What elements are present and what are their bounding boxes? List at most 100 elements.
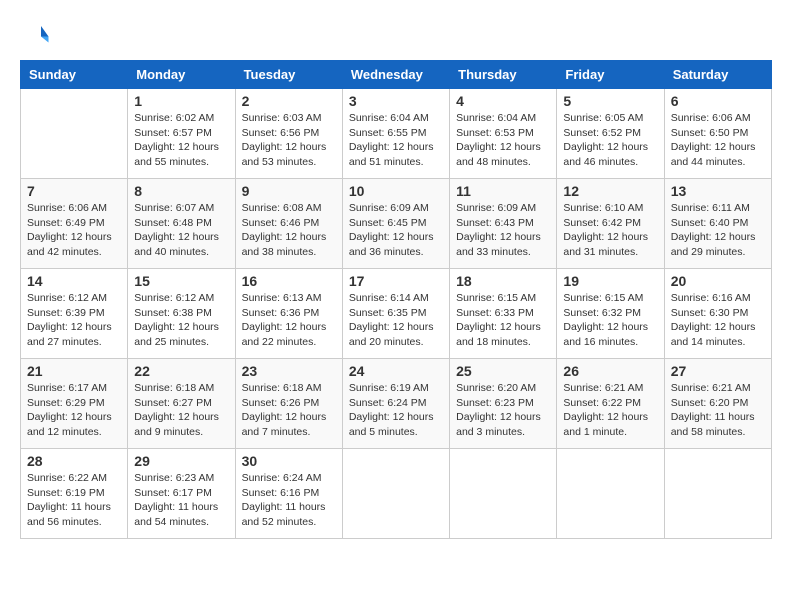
day-info: Sunrise: 6:22 AM Sunset: 6:19 PM Dayligh… — [27, 471, 121, 530]
day-number: 14 — [27, 273, 121, 289]
column-header-wednesday: Wednesday — [342, 61, 449, 89]
calendar-cell: 19 Sunrise: 6:15 AM Sunset: 6:32 PM Dayli… — [557, 269, 664, 359]
day-info: Sunrise: 6:23 AM Sunset: 6:17 PM Dayligh… — [134, 471, 228, 530]
calendar-cell: 24 Sunrise: 6:19 AM Sunset: 6:24 PM Dayli… — [342, 359, 449, 449]
day-info: Sunrise: 6:09 AM Sunset: 6:45 PM Dayligh… — [349, 201, 443, 260]
day-info: Sunrise: 6:03 AM Sunset: 6:56 PM Dayligh… — [242, 111, 336, 170]
calendar-cell: 7 Sunrise: 6:06 AM Sunset: 6:49 PM Daylig… — [21, 179, 128, 269]
day-info: Sunrise: 6:15 AM Sunset: 6:33 PM Dayligh… — [456, 291, 550, 350]
day-number: 29 — [134, 453, 228, 469]
logo-icon — [20, 20, 50, 50]
calendar-cell: 6 Sunrise: 6:06 AM Sunset: 6:50 PM Daylig… — [664, 89, 771, 179]
day-info: Sunrise: 6:11 AM Sunset: 6:40 PM Dayligh… — [671, 201, 765, 260]
day-info: Sunrise: 6:15 AM Sunset: 6:32 PM Dayligh… — [563, 291, 657, 350]
calendar-cell: 3 Sunrise: 6:04 AM Sunset: 6:55 PM Daylig… — [342, 89, 449, 179]
day-number: 20 — [671, 273, 765, 289]
column-header-sunday: Sunday — [21, 61, 128, 89]
day-info: Sunrise: 6:04 AM Sunset: 6:55 PM Dayligh… — [349, 111, 443, 170]
day-number: 26 — [563, 363, 657, 379]
calendar-week-row: 1 Sunrise: 6:02 AM Sunset: 6:57 PM Daylig… — [21, 89, 772, 179]
day-number: 6 — [671, 93, 765, 109]
day-number: 19 — [563, 273, 657, 289]
day-number: 12 — [563, 183, 657, 199]
column-header-thursday: Thursday — [450, 61, 557, 89]
calendar-cell: 5 Sunrise: 6:05 AM Sunset: 6:52 PM Daylig… — [557, 89, 664, 179]
calendar-cell: 20Sunrise: 6:16 AM Sunset: 6:30 PM Dayli… — [664, 269, 771, 359]
day-number: 8 — [134, 183, 228, 199]
day-info: Sunrise: 6:04 AM Sunset: 6:53 PM Dayligh… — [456, 111, 550, 170]
calendar-table: SundayMondayTuesdayWednesdayThursdayFrid… — [20, 60, 772, 539]
calendar-cell: 4 Sunrise: 6:04 AM Sunset: 6:53 PM Daylig… — [450, 89, 557, 179]
day-info: Sunrise: 6:19 AM Sunset: 6:24 PM Dayligh… — [349, 381, 443, 440]
calendar-cell: 28 Sunrise: 6:22 AM Sunset: 6:19 PM Dayli… — [21, 449, 128, 539]
day-info: Sunrise: 6:10 AM Sunset: 6:42 PM Dayligh… — [563, 201, 657, 260]
day-number: 11 — [456, 183, 550, 199]
day-info: Sunrise: 6:08 AM Sunset: 6:46 PM Dayligh… — [242, 201, 336, 260]
day-number: 18 — [456, 273, 550, 289]
calendar-cell: 11 Sunrise: 6:09 AM Sunset: 6:43 PM Dayli… — [450, 179, 557, 269]
calendar-cell: 14 Sunrise: 6:12 AM Sunset: 6:39 PM Dayli… — [21, 269, 128, 359]
day-number: 28 — [27, 453, 121, 469]
day-number: 23 — [242, 363, 336, 379]
day-info: Sunrise: 6:17 AM Sunset: 6:29 PM Dayligh… — [27, 381, 121, 440]
day-info: Sunrise: 6:06 AM Sunset: 6:50 PM Dayligh… — [671, 111, 765, 170]
calendar-cell: 26 Sunrise: 6:21 AM Sunset: 6:22 PM Dayli… — [557, 359, 664, 449]
day-info: Sunrise: 6:24 AM Sunset: 6:16 PM Dayligh… — [242, 471, 336, 530]
calendar-cell: 17Sunrise: 6:14 AM Sunset: 6:35 PM Dayli… — [342, 269, 449, 359]
day-info: Sunrise: 6:05 AM Sunset: 6:52 PM Dayligh… — [563, 111, 657, 170]
day-number: 22 — [134, 363, 228, 379]
column-header-monday: Monday — [128, 61, 235, 89]
day-number: 27 — [671, 363, 765, 379]
day-info: Sunrise: 6:12 AM Sunset: 6:39 PM Dayligh… — [27, 291, 121, 350]
column-header-saturday: Saturday — [664, 61, 771, 89]
calendar-cell: 15 Sunrise: 6:12 AM Sunset: 6:38 PM Dayli… — [128, 269, 235, 359]
calendar-cell — [450, 449, 557, 539]
day-number: 3 — [349, 93, 443, 109]
calendar-cell: 2 Sunrise: 6:03 AM Sunset: 6:56 PM Daylig… — [235, 89, 342, 179]
day-number: 16 — [242, 273, 336, 289]
calendar-week-row: 28 Sunrise: 6:22 AM Sunset: 6:19 PM Dayli… — [21, 449, 772, 539]
calendar-cell: 12 Sunrise: 6:10 AM Sunset: 6:42 PM Dayli… — [557, 179, 664, 269]
calendar-week-row: 21Sunrise: 6:17 AM Sunset: 6:29 PM Dayli… — [21, 359, 772, 449]
calendar-cell: 1 Sunrise: 6:02 AM Sunset: 6:57 PM Daylig… — [128, 89, 235, 179]
day-info: Sunrise: 6:07 AM Sunset: 6:48 PM Dayligh… — [134, 201, 228, 260]
calendar-cell: 16Sunrise: 6:13 AM Sunset: 6:36 PM Dayli… — [235, 269, 342, 359]
day-number: 15 — [134, 273, 228, 289]
calendar-cell: 13 Sunrise: 6:11 AM Sunset: 6:40 PM Dayli… — [664, 179, 771, 269]
day-info: Sunrise: 6:18 AM Sunset: 6:26 PM Dayligh… — [242, 381, 336, 440]
day-info: Sunrise: 6:21 AM Sunset: 6:20 PM Dayligh… — [671, 381, 765, 440]
day-info: Sunrise: 6:12 AM Sunset: 6:38 PM Dayligh… — [134, 291, 228, 350]
day-number: 25 — [456, 363, 550, 379]
calendar-week-row: 7 Sunrise: 6:06 AM Sunset: 6:49 PM Daylig… — [21, 179, 772, 269]
day-number: 10 — [349, 183, 443, 199]
day-info: Sunrise: 6:09 AM Sunset: 6:43 PM Dayligh… — [456, 201, 550, 260]
calendar-cell: 27 Sunrise: 6:21 AM Sunset: 6:20 PM Dayli… — [664, 359, 771, 449]
day-number: 24 — [349, 363, 443, 379]
day-number: 13 — [671, 183, 765, 199]
calendar-cell — [557, 449, 664, 539]
day-number: 1 — [134, 93, 228, 109]
day-number: 2 — [242, 93, 336, 109]
day-number: 30 — [242, 453, 336, 469]
day-number: 7 — [27, 183, 121, 199]
day-info: Sunrise: 6:14 AM Sunset: 6:35 PM Dayligh… — [349, 291, 443, 350]
calendar-cell: 21Sunrise: 6:17 AM Sunset: 6:29 PM Dayli… — [21, 359, 128, 449]
calendar-cell: 30 Sunrise: 6:24 AM Sunset: 6:16 PM Dayli… — [235, 449, 342, 539]
calendar-cell: 23 Sunrise: 6:18 AM Sunset: 6:26 PM Dayli… — [235, 359, 342, 449]
day-info: Sunrise: 6:20 AM Sunset: 6:23 PM Dayligh… — [456, 381, 550, 440]
day-number: 4 — [456, 93, 550, 109]
calendar-cell: 10 Sunrise: 6:09 AM Sunset: 6:45 PM Dayli… — [342, 179, 449, 269]
calendar-cell — [664, 449, 771, 539]
column-header-friday: Friday — [557, 61, 664, 89]
day-info: Sunrise: 6:18 AM Sunset: 6:27 PM Dayligh… — [134, 381, 228, 440]
logo — [20, 20, 54, 50]
day-info: Sunrise: 6:02 AM Sunset: 6:57 PM Dayligh… — [134, 111, 228, 170]
calendar-cell: 22 Sunrise: 6:18 AM Sunset: 6:27 PM Dayli… — [128, 359, 235, 449]
day-info: Sunrise: 6:21 AM Sunset: 6:22 PM Dayligh… — [563, 381, 657, 440]
day-info: Sunrise: 6:06 AM Sunset: 6:49 PM Dayligh… — [27, 201, 121, 260]
calendar-cell — [21, 89, 128, 179]
calendar-cell: 9 Sunrise: 6:08 AM Sunset: 6:46 PM Daylig… — [235, 179, 342, 269]
day-number: 5 — [563, 93, 657, 109]
calendar-cell: 25 Sunrise: 6:20 AM Sunset: 6:23 PM Dayli… — [450, 359, 557, 449]
day-number: 9 — [242, 183, 336, 199]
